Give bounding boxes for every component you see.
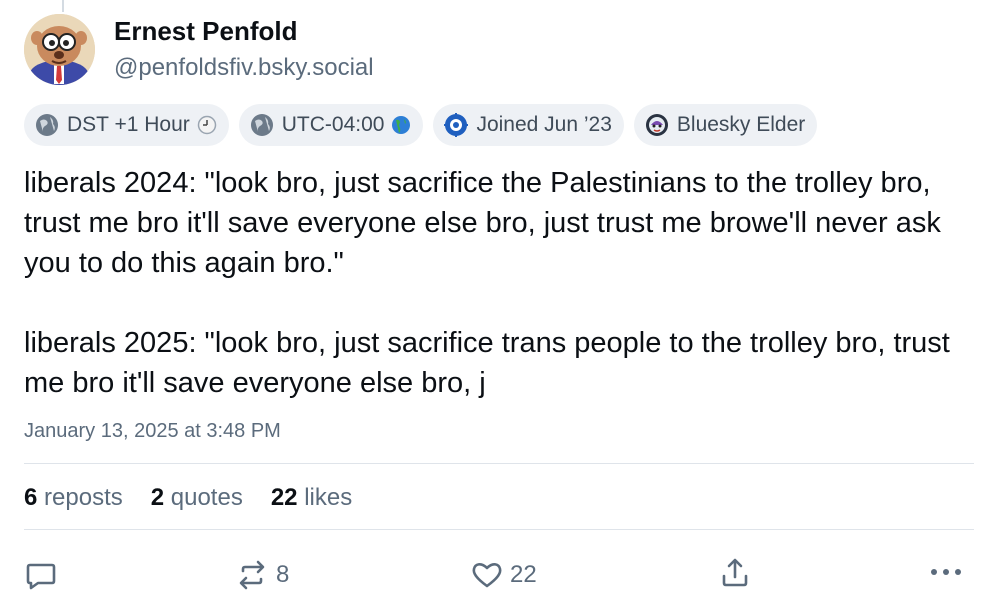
- repost-button[interactable]: 8: [234, 558, 289, 592]
- repost-icon: [239, 560, 265, 590]
- globe-icon: [34, 112, 60, 138]
- author-handle[interactable]: @penfoldsfiv.bsky.social: [114, 54, 374, 82]
- engagement-stats: 6 reposts 2 quotes 22 likes: [24, 484, 352, 512]
- share-icon: [722, 558, 748, 587]
- share-button[interactable]: [718, 556, 752, 590]
- thread-line: [62, 0, 64, 12]
- post-text: liberals 2024: "look bro, just sacrifice…: [24, 167, 950, 399]
- like-count: 22: [510, 561, 537, 588]
- reposts-stat[interactable]: 6 reposts: [24, 484, 123, 512]
- divider: [24, 529, 974, 530]
- clock-icon: [197, 115, 217, 135]
- author-display-name[interactable]: Ernest Penfold: [114, 16, 297, 47]
- badge-dst[interactable]: DST +1 Hour: [24, 104, 229, 146]
- like-button[interactable]: 22: [470, 558, 537, 592]
- ellipsis-icon: [931, 569, 961, 575]
- calendar-badge-icon: [443, 112, 469, 138]
- badge-label: UTC-04:00: [281, 113, 385, 136]
- earth-americas-icon: [391, 115, 411, 135]
- post-actions: 8 22: [0, 548, 1000, 598]
- badge-label: Bluesky Elder: [676, 113, 806, 136]
- profile-badges: DST +1 Hour UTC-04:00 Joined Jun ’23 Blu…: [24, 104, 818, 146]
- reply-icon: [26, 563, 56, 590]
- post-timestamp[interactable]: January 13, 2025 at 3:48 PM: [24, 420, 281, 443]
- badge-elder[interactable]: Bluesky Elder: [633, 104, 818, 146]
- divider: [24, 463, 974, 464]
- heart-icon: [472, 563, 502, 588]
- likes-stat[interactable]: 22 likes: [271, 484, 352, 512]
- repost-count: 8: [276, 561, 290, 588]
- mole-cartoon-avatar: [24, 14, 95, 85]
- elder-avatar-icon: [644, 112, 670, 138]
- globe-icon: [249, 112, 275, 138]
- author-avatar[interactable]: [24, 14, 95, 85]
- badge-label: DST +1 Hour: [67, 113, 190, 136]
- more-options-button[interactable]: [928, 560, 964, 584]
- badge-utc[interactable]: UTC-04:00: [238, 104, 424, 146]
- badge-joined[interactable]: Joined Jun ’23: [433, 104, 624, 146]
- badge-label: Joined Jun ’23: [476, 113, 612, 136]
- reply-button[interactable]: [24, 558, 58, 592]
- quotes-stat[interactable]: 2 quotes: [151, 484, 243, 512]
